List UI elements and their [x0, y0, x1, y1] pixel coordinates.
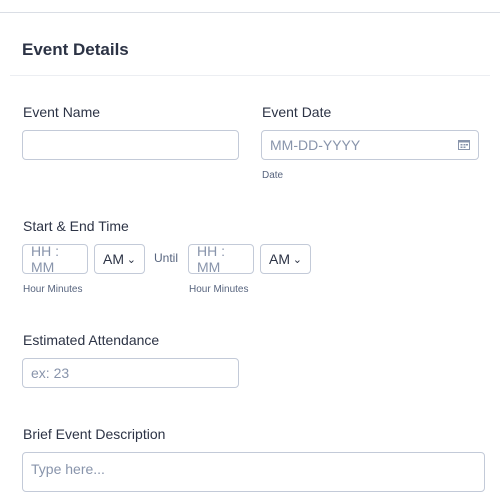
until-label: Until — [154, 251, 179, 265]
calendar-icon[interactable] — [458, 139, 470, 150]
event-date-placeholder: MM-DD-YYYY — [270, 137, 361, 153]
description-placeholder: Type here... — [31, 461, 105, 477]
start-ampm-select[interactable]: AM ⌄ — [94, 244, 145, 274]
event-date-input[interactable]: MM-DD-YYYY — [261, 130, 479, 160]
section-title: Event Details — [22, 40, 129, 59]
end-time-sublabel: Hour Minutes — [189, 284, 249, 295]
end-time-placeholder: HH : MM — [197, 243, 225, 275]
end-ampm-select[interactable]: AM ⌄ — [260, 244, 311, 274]
attendance-label: Estimated Attendance — [23, 332, 160, 348]
end-time-input[interactable]: HH : MM — [188, 243, 254, 275]
event-date-label: Event Date — [262, 104, 332, 120]
chevron-down-icon: ⌄ — [292, 253, 302, 266]
description-textarea[interactable]: Type here... — [22, 452, 485, 492]
attendance-placeholder: ex: 23 — [31, 365, 70, 381]
title-divider — [10, 75, 490, 76]
end-ampm-value: AM — [269, 251, 290, 267]
attendance-input[interactable]: ex: 23 — [22, 358, 239, 388]
event-date-sublabel: Date — [262, 170, 284, 181]
event-name-label: Event Name — [23, 104, 101, 120]
start-time-sublabel: Hour Minutes — [23, 284, 83, 295]
chevron-down-icon: ⌄ — [126, 253, 136, 266]
start-ampm-value: AM — [103, 251, 124, 267]
start-time-input[interactable]: HH : MM — [22, 243, 88, 275]
start-time-placeholder: HH : MM — [31, 243, 59, 275]
description-label: Brief Event Description — [23, 426, 166, 442]
top-divider — [0, 12, 500, 13]
time-label: Start & End Time — [23, 218, 129, 234]
event-name-input[interactable] — [22, 130, 239, 160]
